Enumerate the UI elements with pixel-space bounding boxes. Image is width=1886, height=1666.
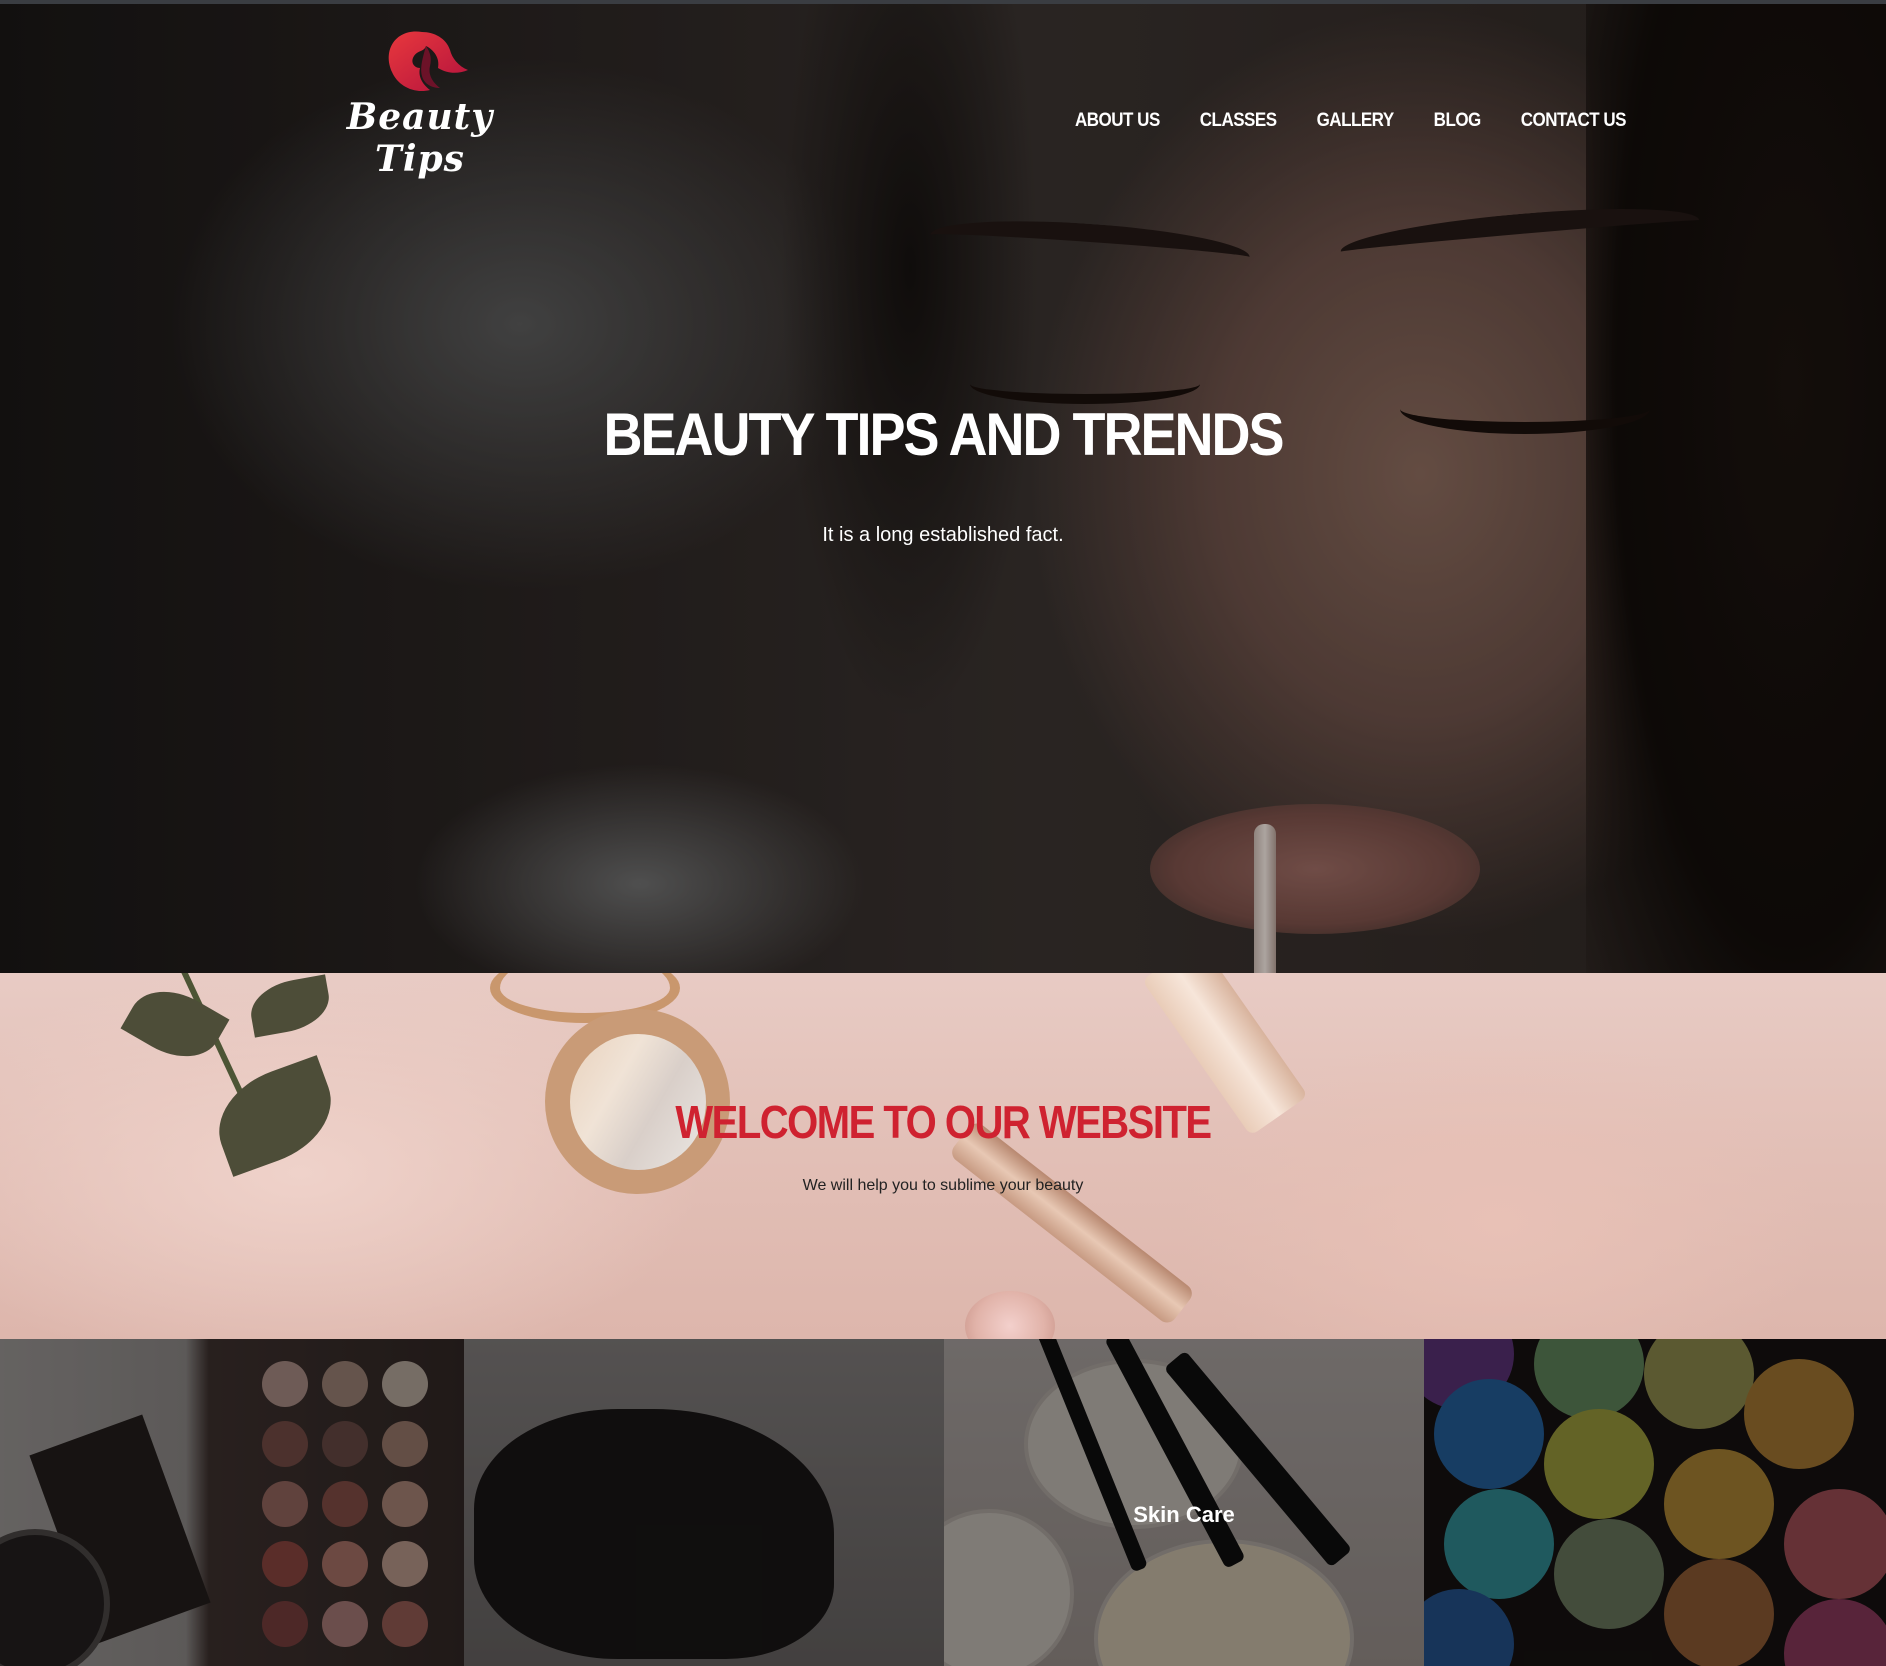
welcome-title: WELCOME TO OUR WEBSITE xyxy=(675,1097,1212,1149)
main-nav: ABOUT US CLASSES GALLERY BLOG CONTACT US xyxy=(1075,109,1627,132)
glitter-jar-image xyxy=(965,1291,1055,1339)
welcome-subtitle: We will help you to sublime your beauty xyxy=(802,1177,1084,1194)
category-card-makeup[interactable] xyxy=(0,1339,464,1666)
nav-item-about-us[interactable]: ABOUT US xyxy=(1075,109,1160,132)
category-card-eyeshadow[interactable] xyxy=(1424,1339,1886,1666)
nav-item-contact-us[interactable]: CONTACT US xyxy=(1521,109,1627,132)
category-label: Skin Care xyxy=(1133,1502,1235,1527)
category-grid: Skin Care xyxy=(0,1339,1886,1666)
category-card-bags[interactable] xyxy=(464,1339,944,1666)
welcome-section: WELCOME TO OUR WEBSITE We will help you … xyxy=(0,973,1886,1339)
eucalyptus-leaf-image xyxy=(120,974,230,1074)
woman-silhouette-icon xyxy=(388,31,468,92)
hero-title: BEAUTY TIPS AND TRENDS xyxy=(603,401,1284,469)
card-overlay xyxy=(1424,1339,1886,1666)
top-border xyxy=(0,0,1886,4)
nav-item-blog[interactable]: BLOG xyxy=(1434,109,1482,132)
hero-section: Beauty Tips ABOUT US CLASSES GALLERY BLO… xyxy=(0,4,1886,973)
hero-subtitle: It is a long established fact. xyxy=(822,524,1064,546)
card-overlay xyxy=(0,1339,464,1666)
category-card-skin-care[interactable]: Skin Care xyxy=(944,1339,1424,1666)
card-overlay xyxy=(464,1339,944,1666)
nav-item-classes[interactable]: CLASSES xyxy=(1200,109,1277,132)
site-logo[interactable]: Beauty Tips xyxy=(340,24,500,180)
logo-wordmark: Beauty Tips xyxy=(346,96,494,180)
eucalyptus-leaf-image xyxy=(246,974,334,1038)
hero-overlay xyxy=(0,4,1886,973)
nav-item-gallery[interactable]: GALLERY xyxy=(1317,109,1395,132)
